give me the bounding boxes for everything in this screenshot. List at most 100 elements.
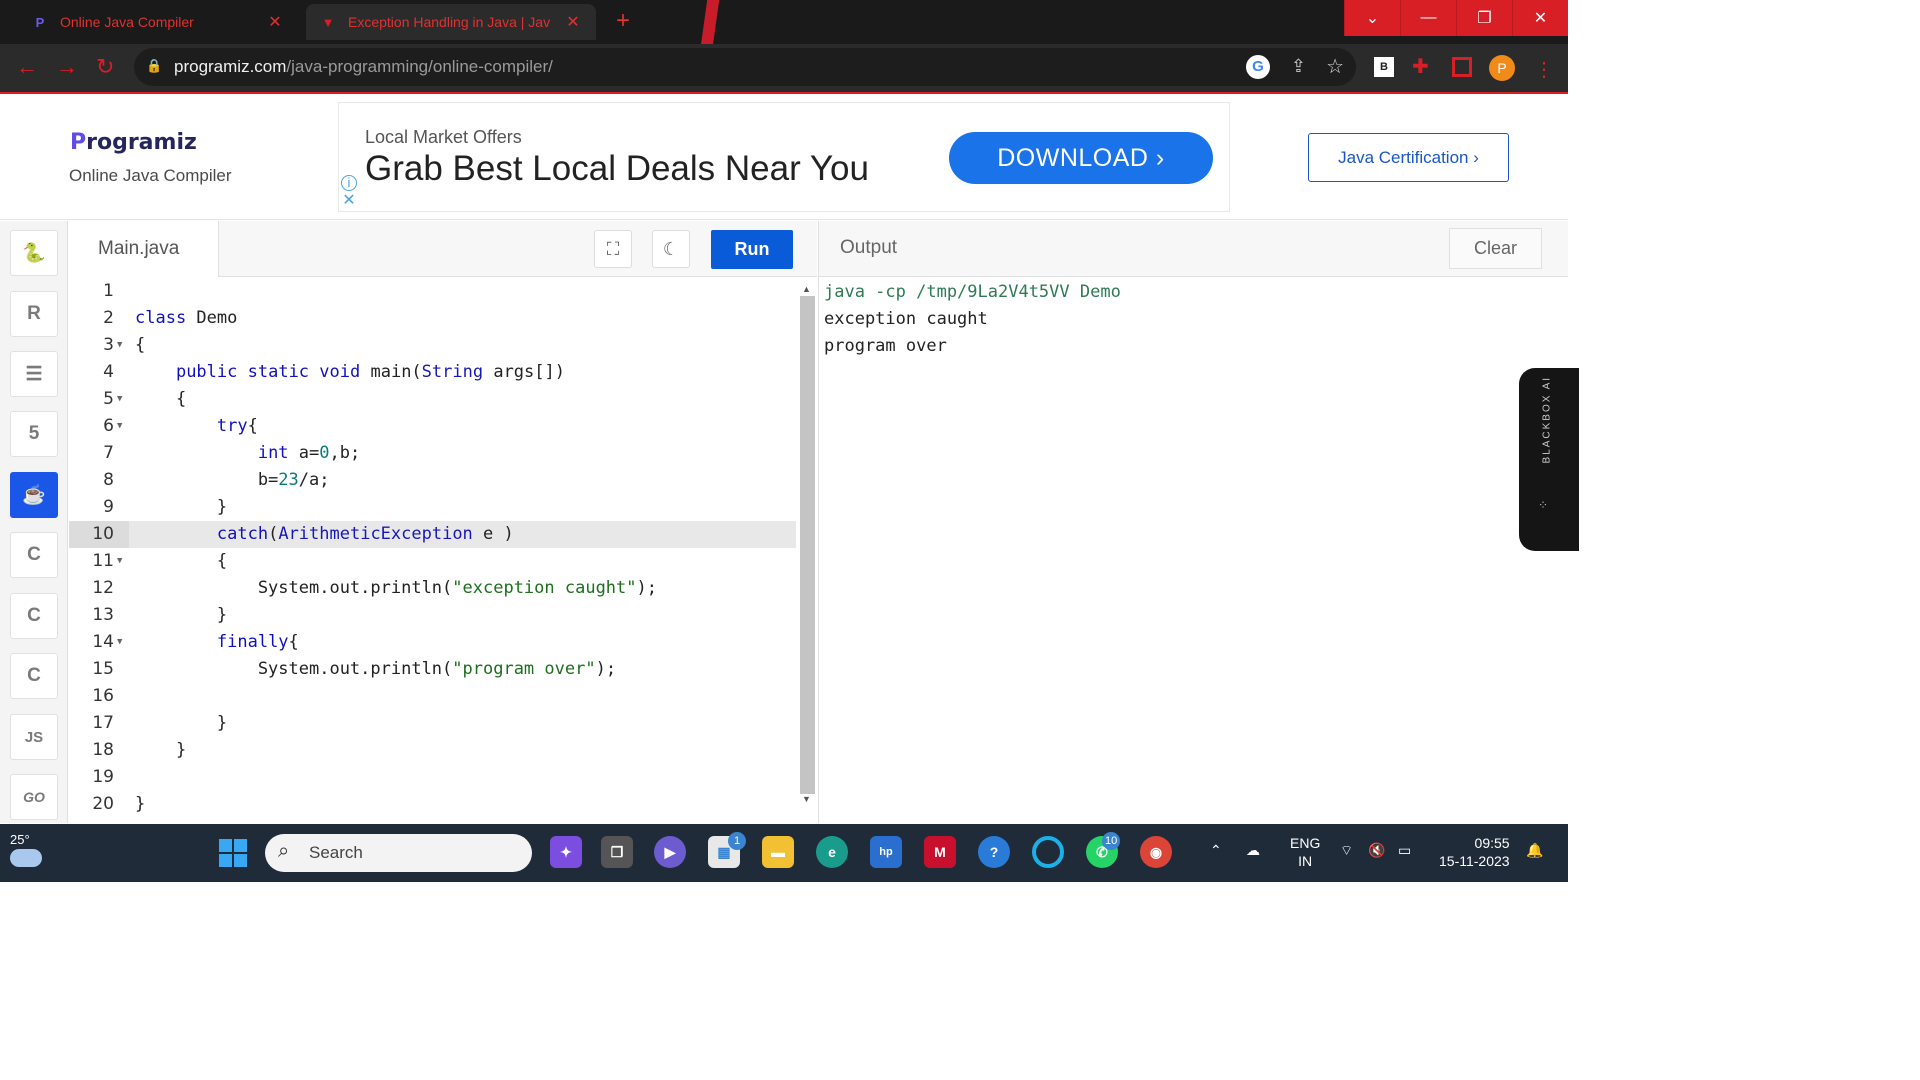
fold-arrow-icon[interactable]: ▼ <box>117 629 122 656</box>
reload-icon[interactable]: ↻ <box>96 54 114 80</box>
theme-decoration <box>700 0 720 46</box>
code-line[interactable]: 3 ▼{ <box>69 332 796 359</box>
code-line[interactable]: 17 } <box>69 710 796 737</box>
blackbox-ai-widget[interactable]: BLACKBOX AI ⁘ <box>1519 368 1579 551</box>
dark-mode-moon-icon[interactable]: ☾ <box>652 230 690 268</box>
temperature-text: 25° <box>10 832 30 847</box>
code-line[interactable]: 18 } <box>69 737 796 764</box>
code-line[interactable]: 13 } <box>69 602 796 629</box>
cpp-icon[interactable]: C <box>10 593 58 639</box>
extension-b-icon[interactable]: B <box>1374 57 1394 77</box>
fold-arrow-icon[interactable]: ▼ <box>117 386 122 413</box>
search-placeholder: Search <box>309 843 363 862</box>
minimize-button[interactable]: — <box>1400 0 1456 36</box>
scroll-down-icon[interactable]: ▼ <box>802 794 811 804</box>
url-text[interactable]: programiz.com/java-programming/online-co… <box>174 57 553 77</box>
code-line[interactable]: 19 <box>69 764 796 791</box>
java-icon[interactable]: ☕ <box>10 472 58 518</box>
ad-close-icon[interactable]: ✕ <box>341 193 357 209</box>
code-editor[interactable]: 1 2 class Demo 3 ▼{4 public static void main… <box>69 277 796 823</box>
close-window-button[interactable]: ✕ <box>1512 0 1568 36</box>
code-text: } <box>135 713 228 733</box>
onedrive-cloud-icon[interactable]: ☁ <box>1246 842 1260 859</box>
bookmark-star-icon[interactable]: ☆ <box>1326 54 1344 79</box>
code-line[interactable]: 20} <box>69 791 796 818</box>
advertisement-banner[interactable]: Local Market Offers Grab Best Local Deal… <box>338 102 1230 212</box>
fold-arrow-icon[interactable]: ▼ <box>117 413 122 440</box>
cortana-icon[interactable] <box>1032 836 1064 868</box>
tab-exception-handling[interactable]: ▼ Exception Handling in Java | Jav ✕ <box>306 4 596 40</box>
address-bar[interactable]: 🔒 programiz.com/java-programming/online-… <box>134 48 1356 86</box>
ad-info-icon[interactable]: i <box>341 175 357 191</box>
edge-browser-icon[interactable]: e <box>816 836 848 868</box>
go-icon[interactable]: GO <box>10 774 58 820</box>
tab-online-java-compiler[interactable]: P Online Java Compiler ✕ <box>18 4 298 40</box>
back-arrow-icon[interactable]: ← <box>16 54 38 80</box>
sql-database-icon[interactable]: ☰ <box>10 351 58 397</box>
weather-widget[interactable]: 25° <box>10 832 42 867</box>
help-icon[interactable]: ? <box>978 836 1010 868</box>
csharp-icon[interactable]: C <box>10 653 58 699</box>
show-hidden-icons-chevron-icon[interactable]: ⌃ <box>1210 842 1222 859</box>
language-indicator[interactable]: ENG IN <box>1290 834 1320 870</box>
code-line[interactable]: 4 public static void main(String args[]) <box>69 359 796 386</box>
wifi-icon[interactable]: ⌔ <box>1340 842 1353 860</box>
file-explorer-icon[interactable]: ▬ <box>762 836 794 868</box>
code-line[interactable]: 7 int a=0,b; <box>69 440 796 467</box>
tab-close-icon[interactable]: ✕ <box>266 12 284 32</box>
file-tab-main-java[interactable]: Main.java <box>69 221 219 277</box>
battery-icon[interactable]: ▭ <box>1398 842 1411 859</box>
browser-menu-icon[interactable]: ⋮ <box>1534 57 1554 81</box>
fold-arrow-icon[interactable]: ▼ <box>117 548 122 575</box>
side-panel-icon[interactable] <box>1452 57 1472 77</box>
scroll-up-icon[interactable]: ▲ <box>802 284 811 294</box>
java-certification-button[interactable]: Java Certification › <box>1308 133 1509 182</box>
taskbar-search[interactable]: ⌕ Search <box>265 834 532 872</box>
ad-headline: Grab Best Local Deals Near You <box>365 149 869 188</box>
copilot-icon[interactable]: ✦ <box>550 836 582 868</box>
mute-speaker-icon[interactable]: 🔇 <box>1368 842 1385 859</box>
windows-start-icon[interactable] <box>219 839 247 867</box>
code-line[interactable]: 1 <box>69 278 796 305</box>
fold-arrow-icon[interactable]: ▼ <box>117 332 122 359</box>
code-line[interactable]: 2 class Demo <box>69 305 796 332</box>
code-line[interactable]: 14 ▼ finally{ <box>69 629 796 656</box>
code-line[interactable]: 10 catch(ArithmeticException e ) <box>69 521 796 548</box>
python-icon[interactable]: 🐍 <box>10 230 58 276</box>
code-line[interactable]: 6 ▼ try{ <box>69 413 796 440</box>
mcafee-icon[interactable]: M <box>924 836 956 868</box>
share-icon[interactable]: ⇪ <box>1291 56 1306 77</box>
code-line[interactable]: 9 } <box>69 494 796 521</box>
teams-chat-icon[interactable]: ▶ <box>654 836 686 868</box>
ad-download-button[interactable]: DOWNLOAD › <box>949 132 1213 184</box>
myhp-icon[interactable]: hp <box>870 836 902 868</box>
profile-avatar[interactable]: P <box>1489 55 1515 81</box>
forward-arrow-icon[interactable]: → <box>56 54 78 80</box>
task-view-icon[interactable]: ❐ <box>601 836 633 868</box>
code-line[interactable]: 15 System.out.println("program over"); <box>69 656 796 683</box>
code-line[interactable]: 12 System.out.println("exception caught"… <box>69 575 796 602</box>
code-line[interactable]: 5 ▼ { <box>69 386 796 413</box>
clear-button[interactable]: Clear <box>1449 228 1542 269</box>
code-line[interactable]: 11 ▼ { <box>69 548 796 575</box>
code-line[interactable]: 16 <box>69 683 796 710</box>
r-language-icon[interactable]: R <box>10 291 58 337</box>
new-tab-button[interactable]: + <box>608 8 638 36</box>
restore-button[interactable]: ❐ <box>1456 0 1512 36</box>
extensions-puzzle-icon[interactable]: ✚ <box>1412 57 1432 77</box>
javascript-icon[interactable]: JS <box>10 714 58 760</box>
programiz-logo[interactable]: Programiz <box>70 130 197 155</box>
notification-bell-icon[interactable]: 🔔 <box>1526 842 1543 859</box>
c-language-icon[interactable]: C <box>10 532 58 578</box>
code-line[interactable]: 8 b=23/a; <box>69 467 796 494</box>
fullscreen-icon[interactable]: ⛶ <box>594 230 632 268</box>
editor-scrollbar[interactable]: ▲ ▼ <box>798 284 816 806</box>
google-icon[interactable]: G <box>1246 55 1270 79</box>
run-button[interactable]: Run <box>711 230 793 269</box>
scroll-thumb[interactable] <box>800 296 815 794</box>
tab-search-button[interactable]: ⌄ <box>1344 0 1400 36</box>
html5-icon[interactable]: 5 <box>10 411 58 457</box>
tab-close-icon[interactable]: ✕ <box>564 12 582 32</box>
clock[interactable]: 09:55 15-11-2023 <box>1439 834 1510 870</box>
chrome-icon[interactable]: ◉ <box>1140 836 1172 868</box>
